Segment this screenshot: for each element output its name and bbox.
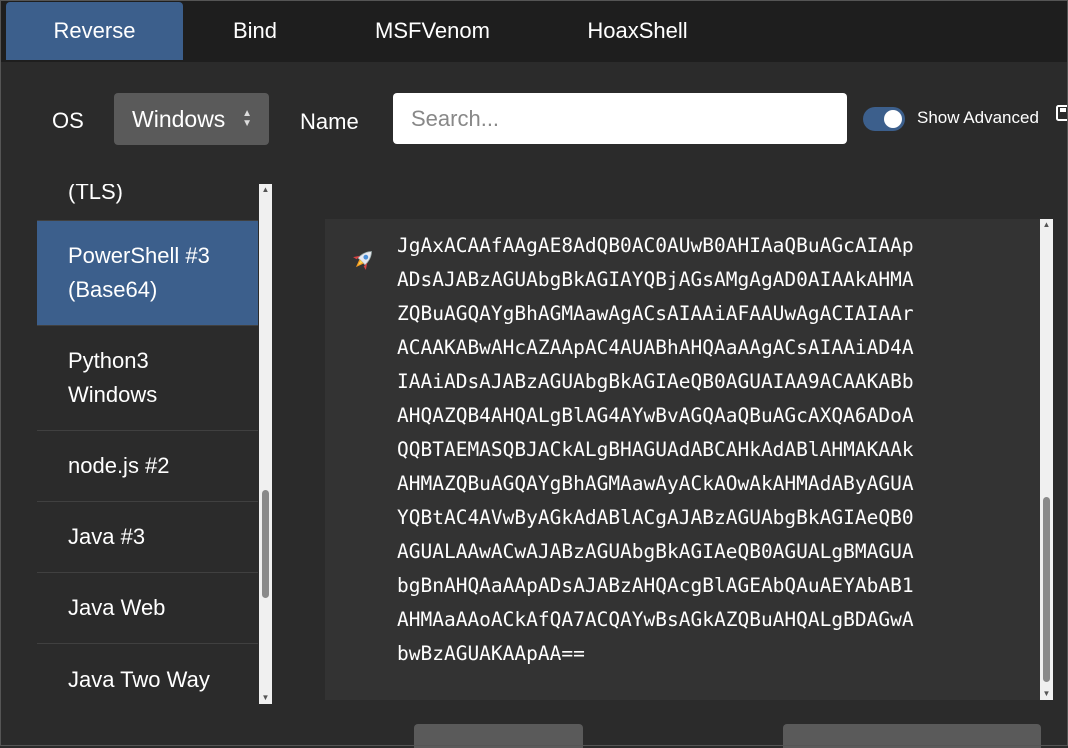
scroll-up-icon[interactable]: ▲ [259, 184, 272, 196]
tab-bind[interactable]: Bind [190, 2, 320, 60]
list-item-label: Windows [68, 382, 158, 407]
rocket-icon[interactable] [349, 246, 377, 274]
output-scrollbar-thumb[interactable] [1043, 497, 1050, 682]
list-item-label: Java Two Way [68, 666, 210, 692]
list-item-label: (TLS) [68, 184, 123, 204]
list-item[interactable]: (TLS) [37, 184, 258, 221]
os-select[interactable]: Windows ▲ ▼ [114, 93, 269, 145]
save-icon[interactable] [1056, 104, 1068, 124]
list-item-label: Java #3 [68, 524, 146, 549]
list-scrollbar[interactable]: ▲ ▼ [259, 184, 272, 704]
scroll-down-icon[interactable]: ▼ [1040, 688, 1053, 700]
list-item-powershell-3-base64[interactable]: PowerShell #3 (Base64) [37, 221, 258, 326]
tab-msfvenom[interactable]: MSFVenom [340, 2, 525, 60]
show-advanced-label: Show Advanced [917, 108, 1039, 127]
payload-code: JgAxACAAfAAgAE8AdQB0AC0AUwB0AHIAaQBuAGcA… [397, 234, 914, 665]
tab-bar: Reverse Bind MSFVenom HoaxShell [0, 0, 1068, 62]
list-item-nodejs-2[interactable]: node.js #2 [37, 431, 258, 502]
list-item-label: node.js #2 [68, 453, 170, 478]
list-item-java-two-way[interactable]: Java Two Way [37, 644, 258, 700]
list-item-java-web[interactable]: Java Web [37, 573, 258, 644]
list-item-label: Python3 [68, 348, 149, 373]
name-label: Name [300, 109, 359, 134]
payload-output[interactable]: JgAxACAAfAAgAE8AdQB0AC0AUwB0AHIAaQBuAGcA… [325, 219, 1040, 700]
list-item-label: PowerShell #3 [68, 243, 210, 268]
show-advanced-toggle[interactable] [863, 107, 905, 131]
payload-list: (TLS) PowerShell #3 (Base64) Python3 Win… [37, 184, 258, 700]
tab-hoaxshell[interactable]: HoaxShell [545, 2, 730, 60]
tab-reverse[interactable]: Reverse [6, 2, 183, 60]
scroll-up-icon[interactable]: ▲ [1040, 219, 1053, 231]
list-item-python3-windows[interactable]: Python3 Windows [37, 326, 258, 431]
scroll-down-icon[interactable]: ▼ [259, 692, 272, 704]
encoding-select[interactable] [783, 724, 1041, 748]
output-scrollbar[interactable]: ▲ ▼ [1040, 219, 1053, 700]
search-input[interactable] [393, 93, 847, 144]
shell-select[interactable] [414, 724, 583, 748]
select-arrows-icon: ▲ ▼ [242, 108, 252, 129]
list-item-label: Java Web [68, 595, 166, 620]
os-label: OS [52, 108, 84, 133]
os-select-value: Windows [132, 106, 226, 132]
list-scrollbar-thumb[interactable] [262, 490, 269, 598]
list-item-java-3[interactable]: Java #3 [37, 502, 258, 573]
list-item-label: (Base64) [68, 277, 158, 302]
